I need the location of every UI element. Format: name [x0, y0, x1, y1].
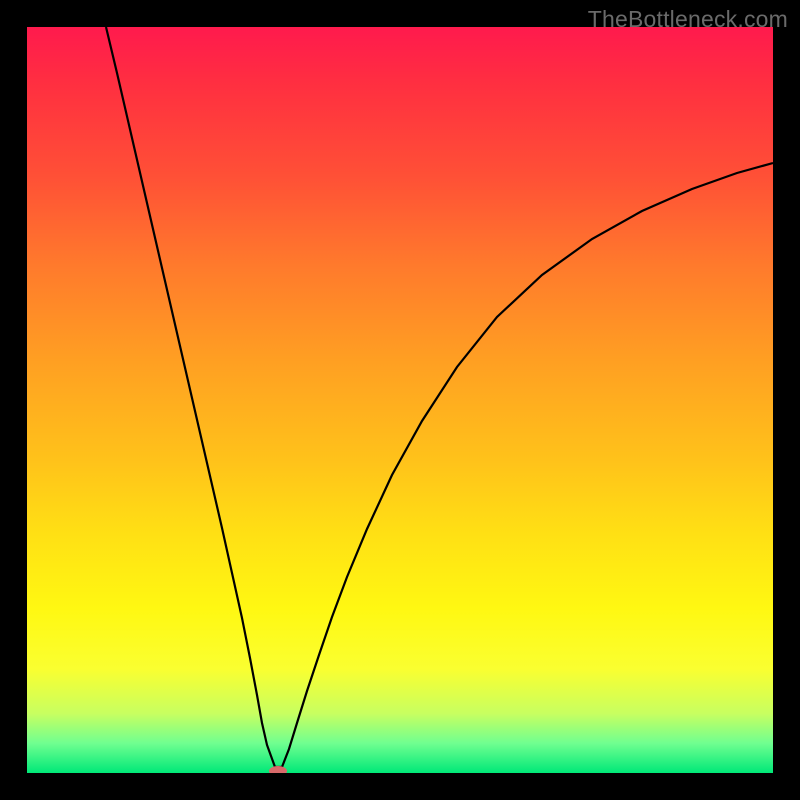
minimum-marker — [269, 766, 287, 773]
chart-frame: TheBottleneck.com — [0, 0, 800, 800]
bottleneck-curve — [106, 27, 773, 767]
curve-svg — [27, 27, 773, 773]
plot-area — [27, 27, 773, 773]
